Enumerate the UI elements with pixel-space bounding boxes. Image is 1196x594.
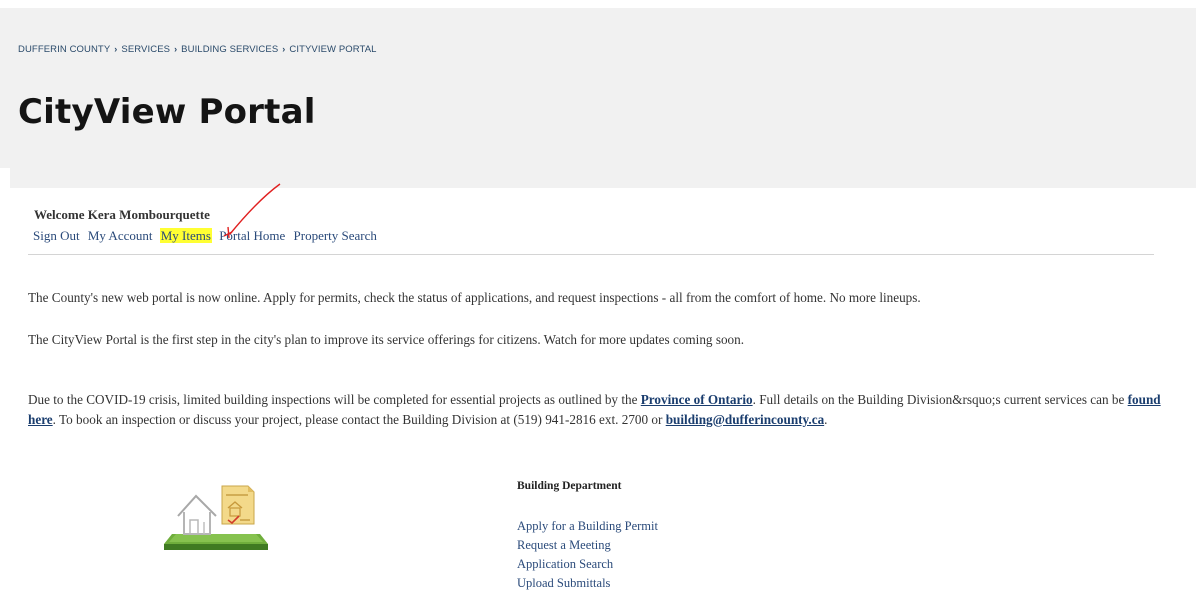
plan-paragraph: The CityView Portal is the first step in… <box>28 332 745 347</box>
my-items-link[interactable]: My Items <box>159 228 212 243</box>
top-strip <box>0 0 1196 8</box>
covid-text-4: . <box>824 412 828 427</box>
apply-building-permit-link[interactable]: Apply for a Building Permit <box>517 519 658 533</box>
breadcrumb-separator-icon: › <box>114 44 118 54</box>
breadcrumb-services[interactable]: SERVICES <box>121 44 170 55</box>
welcome-message: Welcome Kera Mombourquette <box>34 207 210 222</box>
province-of-ontario-link[interactable]: Province of Ontario <box>641 392 753 407</box>
red-arrow-icon <box>223 183 281 239</box>
list-item: Request a Meeting <box>517 536 658 555</box>
header-gap <box>0 168 10 188</box>
my-account-link[interactable]: My Account <box>87 228 154 243</box>
department-links: Apply for a Building Permit Request a Me… <box>517 517 658 593</box>
breadcrumb-separator-icon: › <box>282 44 286 54</box>
property-search-link[interactable]: Property Search <box>293 228 378 243</box>
section-divider <box>28 254 1154 255</box>
breadcrumb-separator-icon: › <box>174 44 178 54</box>
list-item: Apply for a Building Permit <box>517 517 658 536</box>
request-meeting-link[interactable]: Request a Meeting <box>517 538 611 552</box>
covid-text-3: . To book an inspection or discuss your … <box>52 412 666 427</box>
sign-out-link[interactable]: Sign Out <box>32 228 81 243</box>
building-email-link[interactable]: building@dufferincounty.ca <box>666 412 824 427</box>
user-nav: Sign Out My Account My Items Portal Home… <box>32 228 381 244</box>
intro-paragraph: The County's new web portal is now onlin… <box>28 290 921 305</box>
breadcrumb-building-services[interactable]: BUILDING SERVICES <box>181 44 278 55</box>
breadcrumb: DUFFERIN COUNTY › SERVICES › BUILDING SERVIC… <box>18 44 377 55</box>
covid-notice: Due to the COVID-19 crisis, limited buil… <box>28 390 1178 430</box>
house-permit-icon <box>164 478 268 552</box>
page-title: CityView Portal <box>18 92 316 132</box>
list-item: Upload Submittals <box>517 574 658 593</box>
upload-submittals-link[interactable]: Upload Submittals <box>517 576 610 590</box>
application-search-link[interactable]: Application Search <box>517 557 613 571</box>
covid-text-1: Due to the COVID-19 crisis, limited buil… <box>28 392 641 407</box>
breadcrumb-dufferin-county[interactable]: DUFFERIN COUNTY <box>18 44 110 55</box>
department-title: Building Department <box>517 480 622 492</box>
covid-text-2: . Full details on the Building Division&… <box>752 392 1128 407</box>
list-item: Application Search <box>517 555 658 574</box>
breadcrumb-cityview-portal: CITYVIEW PORTAL <box>289 44 377 55</box>
